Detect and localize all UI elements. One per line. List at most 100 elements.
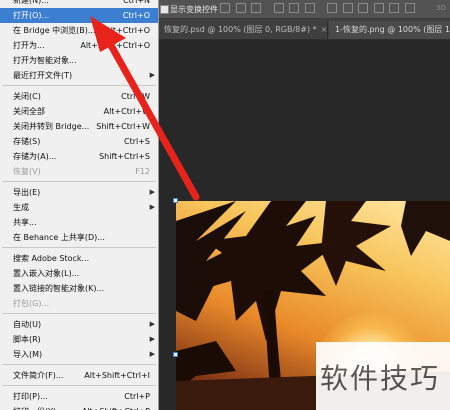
menu-item-label: 打开为... — [13, 41, 45, 50]
menu-item-shortcut: Alt+Ctrl+O — [105, 26, 150, 35]
menu-item-shortcut: Alt+Shift+Ctrl+P — [82, 404, 150, 410]
menu-item-label: 脚本(R) — [13, 335, 41, 344]
menu-item[interactable]: 打印(P)... Ctrl+P — [0, 389, 158, 404]
menu-item-label: 打开为智能对象... — [13, 56, 77, 65]
align-center-icon[interactable] — [235, 3, 246, 13]
submenu-arrow-icon: ▶ — [149, 203, 155, 211]
mode-3d-label[interactable]: 3D — [436, 4, 446, 12]
menu-item-shortcut: Ctrl+S — [123, 137, 150, 146]
close-icon[interactable]: × — [321, 25, 327, 34]
menu-item[interactable]: 新建(N)... Ctrl+N — [0, 0, 158, 8]
menu-item-shortcut: Ctrl+P — [124, 392, 150, 401]
menu-item-label: 打开(O)... — [13, 11, 50, 20]
align-top-icon[interactable] — [273, 3, 284, 13]
menu-item[interactable]: 生成 ▶ — [0, 200, 158, 215]
submenu-arrow-icon: ▶ — [149, 320, 155, 328]
menu-item[interactable]: 自动(U) ▶ — [0, 317, 158, 332]
menu-item-shortcut: Ctrl+N — [123, 0, 150, 5]
menu-separator — [2, 85, 156, 86]
watermark: 软件技巧 — [316, 342, 450, 410]
show-transform-label: 显示变换控件 — [170, 5, 218, 14]
distribute-center-icon[interactable] — [389, 3, 400, 13]
menu-item-label: 打印(P)... — [13, 392, 48, 401]
menu-item[interactable]: 共享... — [0, 215, 158, 230]
menu-item-label: 共享... — [13, 218, 37, 227]
align-icons-group — [220, 3, 418, 13]
distribute-bottom-icon[interactable] — [358, 3, 369, 13]
transform-handle-middle-left[interactable] — [173, 352, 178, 357]
menu-item-label: 关闭(C) — [13, 92, 41, 101]
menu-item-shortcut: F12 — [135, 167, 150, 176]
distribute-right-icon[interactable] — [405, 3, 416, 13]
file-menu: 新建(N)... Ctrl+N 打开(O)... Ctrl+O 在 Bridge 中浏览… — [0, 0, 159, 410]
menu-item[interactable]: 打印一份(Y) Alt+Shift+Ctrl+P — [0, 404, 158, 410]
watermark-text: 软件技巧 — [320, 362, 441, 395]
align-left-icon[interactable] — [220, 3, 230, 13]
menu-item-label: 新建(N)... — [13, 0, 49, 5]
submenu-arrow-icon: ▶ — [149, 71, 155, 79]
menu-separator — [2, 385, 156, 386]
menu-item-label: 自动(U) — [13, 320, 42, 329]
distribute-left-icon[interactable] — [373, 3, 384, 13]
menu-item[interactable]: 打开(O)... Ctrl+O — [0, 8, 158, 23]
distribute-middle-icon[interactable] — [342, 3, 353, 13]
submenu-arrow-icon: ▶ — [149, 350, 155, 358]
menu-item[interactable]: 关闭并转到 Bridge... Shift+Ctrl+W — [0, 119, 158, 134]
menu-item[interactable]: 打开为智能对象... — [0, 53, 158, 68]
menu-item[interactable]: 关闭全部 Alt+Ctrl+W — [0, 104, 158, 119]
menu-item[interactable]: 导出(E) ▶ — [0, 185, 158, 200]
menu-item-label: 存储为(A)... — [13, 152, 57, 161]
menu-item-label: 存储(S) — [13, 137, 41, 146]
menu-item[interactable]: 关闭(C) Ctrl+W — [0, 89, 158, 104]
menu-item-shortcut: Shift+Ctrl+S — [99, 152, 150, 161]
menu-item[interactable]: 最近打开文件(T) ▶ — [0, 68, 158, 83]
menu-item[interactable]: 置入嵌入对象(L)... — [0, 266, 158, 281]
show-transform-checkbox[interactable] — [160, 5, 169, 14]
submenu-arrow-icon: ▶ — [149, 335, 155, 343]
menu-item-label: 置入链接的智能对象(K)... — [13, 284, 105, 293]
menu-item-label: 在 Behance 上共享(D)... — [13, 233, 105, 242]
menu-item[interactable]: 存储为(A)... Shift+Ctrl+S — [0, 149, 158, 164]
menu-item[interactable]: 在 Bridge 中浏览(B)... Alt+Ctrl+O — [0, 23, 158, 38]
menu-item-label: 恢复(V) — [13, 167, 41, 176]
menu-item[interactable]: 搜索 Adobe Stock... — [0, 251, 158, 266]
distribute-top-icon[interactable] — [327, 3, 338, 13]
menu-item[interactable]: 文件简介(F)... Alt+Shift+Ctrl+I — [0, 368, 158, 383]
tab-recovered-png[interactable]: 1-恢复的.png @ 100% (图层 1, R — [329, 21, 450, 39]
menu-item-shortcut: Shift+Ctrl+W — [96, 122, 150, 131]
menu-separator — [2, 313, 156, 314]
tab-recovered-psd[interactable]: 恢复的.psd @ 100% (图层 0, RGB/8#) * × — [158, 21, 328, 39]
menu-item-label: 在 Bridge 中浏览(B)... — [13, 26, 96, 35]
menu-item-label: 置入嵌入对象(L)... — [13, 269, 80, 278]
submenu-arrow-icon: ▶ — [149, 188, 155, 196]
menu-item[interactable]: 恢复(V) F12 — [0, 164, 158, 179]
menu-separator — [2, 247, 156, 248]
menu-item[interactable]: 在 Behance 上共享(D)... — [0, 230, 158, 245]
transform-handle-top-left[interactable] — [173, 198, 178, 203]
menu-item-shortcut: Alt+Ctrl+W — [103, 107, 150, 116]
menu-item[interactable]: 置入链接的智能对象(K)... — [0, 281, 158, 296]
menu-item[interactable]: 脚本(R) ▶ — [0, 332, 158, 347]
menu-item[interactable]: 打包(G)... — [0, 296, 158, 311]
menu-item-label: 关闭全部 — [13, 107, 45, 116]
menu-item-label: 导入(M) — [13, 350, 43, 359]
menu-item[interactable]: 存储(S) Ctrl+S — [0, 134, 158, 149]
menu-item-label: 搜索 Adobe Stock... — [13, 254, 90, 263]
align-right-icon[interactable] — [251, 3, 262, 13]
tab-label: 1-恢复的.png @ 100% (图层 1, R — [335, 25, 450, 34]
menu-item-label: 导出(E) — [13, 188, 41, 197]
menu-separator — [2, 181, 156, 182]
align-bottom-icon[interactable] — [304, 3, 315, 13]
menu-separator — [2, 364, 156, 365]
tab-label: 恢复的.psd @ 100% (图层 0, RGB/8#) * — [164, 25, 317, 34]
menu-item[interactable]: 打开为... Alt+Shift+Ctrl+O — [0, 38, 158, 53]
menu-item-shortcut: Ctrl+W — [121, 92, 150, 101]
menu-item[interactable]: 导入(M) ▶ — [0, 347, 158, 362]
menu-item-label: 生成 — [13, 203, 29, 212]
menu-item-label: 关闭并转到 Bridge... — [13, 122, 90, 131]
menu-item-label: 打印一份(Y) — [13, 404, 56, 410]
menu-item-shortcut: Alt+Shift+Ctrl+O — [80, 41, 150, 50]
menu-item-shortcut: Ctrl+O — [122, 11, 150, 20]
menu-item-label: 文件简介(F)... — [13, 371, 64, 380]
align-middle-icon[interactable] — [289, 3, 300, 13]
